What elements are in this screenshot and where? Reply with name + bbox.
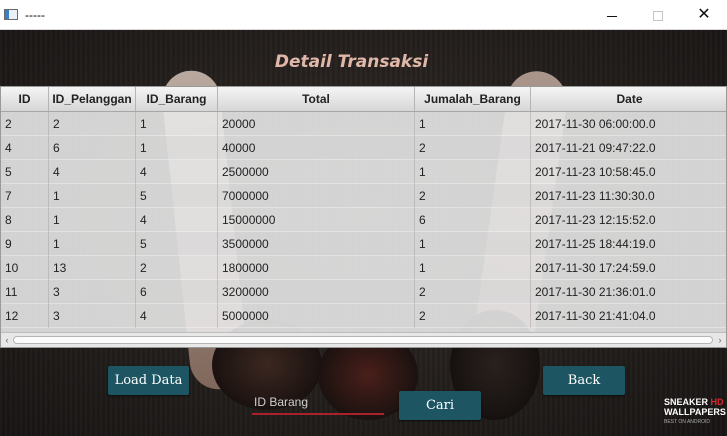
app-window-icon bbox=[4, 9, 18, 20]
table-row[interactable]: 11 3 6 3200000 2 2017-11-30 21:36:01.0 bbox=[1, 280, 726, 304]
cell-id-pelanggan: 1 bbox=[49, 208, 136, 232]
cell-id: 5 bbox=[1, 160, 49, 184]
cell-jumalah-barang: 6 bbox=[415, 208, 531, 232]
cell-total: 7000000 bbox=[218, 184, 415, 208]
cell-id-pelanggan: 3 bbox=[49, 280, 136, 304]
cell-id: 8 bbox=[1, 208, 49, 232]
table-header: ID ID_Pelanggan ID_Barang Total Jumalah_… bbox=[1, 87, 726, 112]
cell-total: 1800000 bbox=[218, 256, 415, 280]
table-row[interactable]: 2 2 1 20000 1 2017-11-30 06:00:00.0 bbox=[1, 112, 726, 136]
cell-total: 20000 bbox=[218, 112, 415, 136]
cell-date: 2017-11-30 17:24:59.0 bbox=[535, 261, 656, 275]
back-button[interactable]: Back bbox=[543, 366, 625, 395]
cell-date: 2017-11-23 11:30:30.0 bbox=[535, 189, 655, 203]
cell-date: 2017-11-25 18:44:19.0 bbox=[535, 237, 656, 251]
column-header-id-barang[interactable]: ID_Barang bbox=[136, 87, 218, 111]
cell-jumalah-barang: 1 bbox=[415, 112, 531, 136]
cell-id: 12 bbox=[1, 304, 49, 328]
cell-id-barang: 4 bbox=[136, 304, 218, 328]
id-barang-input[interactable] bbox=[252, 391, 384, 415]
window-title: ----- bbox=[25, 8, 45, 22]
column-header-id-pelanggan[interactable]: ID_Pelanggan bbox=[49, 87, 136, 111]
cell-jumalah-barang: 2 bbox=[415, 304, 531, 328]
cell-id-pelanggan: 4 bbox=[49, 160, 136, 184]
cari-button[interactable]: Cari bbox=[399, 391, 481, 420]
column-header-total[interactable]: Total bbox=[218, 87, 415, 111]
scroll-right-arrow-icon[interactable]: › bbox=[715, 335, 725, 345]
scroll-left-arrow-icon[interactable]: ‹ bbox=[2, 335, 12, 345]
cell-total: 5000000 bbox=[218, 304, 415, 328]
cell-id-barang: 6 bbox=[136, 280, 218, 304]
cell-id-pelanggan: 3 bbox=[49, 304, 136, 328]
cell-jumalah-barang: 1 bbox=[415, 256, 531, 280]
cell-id-barang: 4 bbox=[136, 160, 218, 184]
cell-id: 2 bbox=[1, 112, 49, 136]
cell-id-pelanggan: 1 bbox=[49, 232, 136, 256]
cell-jumalah-barang: 2 bbox=[415, 136, 531, 160]
title-bar: ----- ✕ bbox=[0, 0, 727, 30]
cell-jumalah-barang: 1 bbox=[415, 160, 531, 184]
cell-total: 40000 bbox=[218, 136, 415, 160]
cell-id: 7 bbox=[1, 184, 49, 208]
cell-date: 2017-11-21 09:47:22.0 bbox=[535, 141, 656, 155]
transactions-table: ID ID_Pelanggan ID_Barang Total Jumalah_… bbox=[0, 86, 727, 348]
cell-id-pelanggan: 6 bbox=[49, 136, 136, 160]
table-row[interactable]: 5 4 4 2500000 1 2017-11-23 10:58:45.0 bbox=[1, 160, 726, 184]
cell-id: 4 bbox=[1, 136, 49, 160]
cell-id: 11 bbox=[1, 280, 49, 304]
cell-id: 9 bbox=[1, 232, 49, 256]
load-data-button[interactable]: Load Data bbox=[108, 366, 189, 395]
table-row[interactable]: 4 6 1 40000 2 2017-11-21 09:47:22.0 bbox=[1, 136, 726, 160]
column-header-date[interactable]: Date bbox=[531, 87, 726, 111]
cell-date: 2017-11-30 21:36:01.0 bbox=[535, 285, 656, 299]
cell-id-barang: 1 bbox=[136, 112, 218, 136]
table-body: 2 2 1 20000 1 2017-11-30 06:00:00.0 4 6 1 40000 2 2… bbox=[1, 112, 726, 328]
cell-id-pelanggan: 1 bbox=[49, 184, 136, 208]
column-header-jumalah-barang[interactable]: Jumalah_Barang bbox=[415, 87, 531, 111]
close-button[interactable]: ✕ bbox=[681, 0, 727, 30]
cell-total: 3500000 bbox=[218, 232, 415, 256]
page-title: Detail Transaksi bbox=[274, 52, 429, 72]
table-row[interactable]: 10 13 2 1800000 1 2017-11-30 17:24:59.0 bbox=[1, 256, 726, 280]
cell-jumalah-barang: 1 bbox=[415, 232, 531, 256]
cell-date: 2017-11-23 12:15:52.0 bbox=[535, 213, 656, 227]
cell-date: 2017-11-23 10:58:45.0 bbox=[535, 165, 656, 179]
maximize-button[interactable] bbox=[635, 0, 681, 30]
cell-id-barang: 5 bbox=[136, 232, 218, 256]
cell-total: 2500000 bbox=[218, 160, 415, 184]
close-icon: ✕ bbox=[697, 6, 711, 23]
cell-id-barang: 2 bbox=[136, 256, 218, 280]
table-row[interactable]: 12 3 4 5000000 2 2017-11-30 21:41:04.0 bbox=[1, 304, 726, 328]
cell-id-barang: 5 bbox=[136, 184, 218, 208]
cell-id: 10 bbox=[1, 256, 49, 280]
sneaker-hd-logo: SNEAKER HD WALLPAPERS BEST ON ANDROID bbox=[664, 397, 726, 425]
minimize-button[interactable] bbox=[589, 0, 635, 30]
cell-id-pelanggan: 2 bbox=[49, 112, 136, 136]
cell-total: 3200000 bbox=[218, 280, 415, 304]
cell-id-pelanggan: 13 bbox=[49, 256, 136, 280]
table-row[interactable]: 8 1 4 15000000 6 2017-11-23 12:15:52.0 bbox=[1, 208, 726, 232]
cell-id-barang: 1 bbox=[136, 136, 218, 160]
column-header-id[interactable]: ID bbox=[1, 87, 49, 111]
cell-total: 15000000 bbox=[218, 208, 415, 232]
table-row[interactable]: 7 1 5 7000000 2 2017-11-23 11:30:30.0 bbox=[1, 184, 726, 208]
cell-jumalah-barang: 2 bbox=[415, 184, 531, 208]
table-row[interactable]: 9 1 5 3500000 1 2017-11-25 18:44:19.0 bbox=[1, 232, 726, 256]
cell-date: 2017-11-30 06:00:00.0 bbox=[535, 117, 656, 131]
cell-id-barang: 4 bbox=[136, 208, 218, 232]
maximize-icon bbox=[653, 11, 663, 22]
cell-date: 2017-11-30 21:41:04.0 bbox=[535, 309, 656, 323]
app-window: ----- ✕ Detail Transaksi ID ID_Pelanggan… bbox=[0, 0, 727, 436]
minimize-icon bbox=[607, 15, 617, 17]
horizontal-scrollbar[interactable]: ‹ › bbox=[1, 332, 726, 347]
scrollbar-thumb[interactable] bbox=[13, 336, 713, 344]
cell-jumalah-barang: 2 bbox=[415, 280, 531, 304]
